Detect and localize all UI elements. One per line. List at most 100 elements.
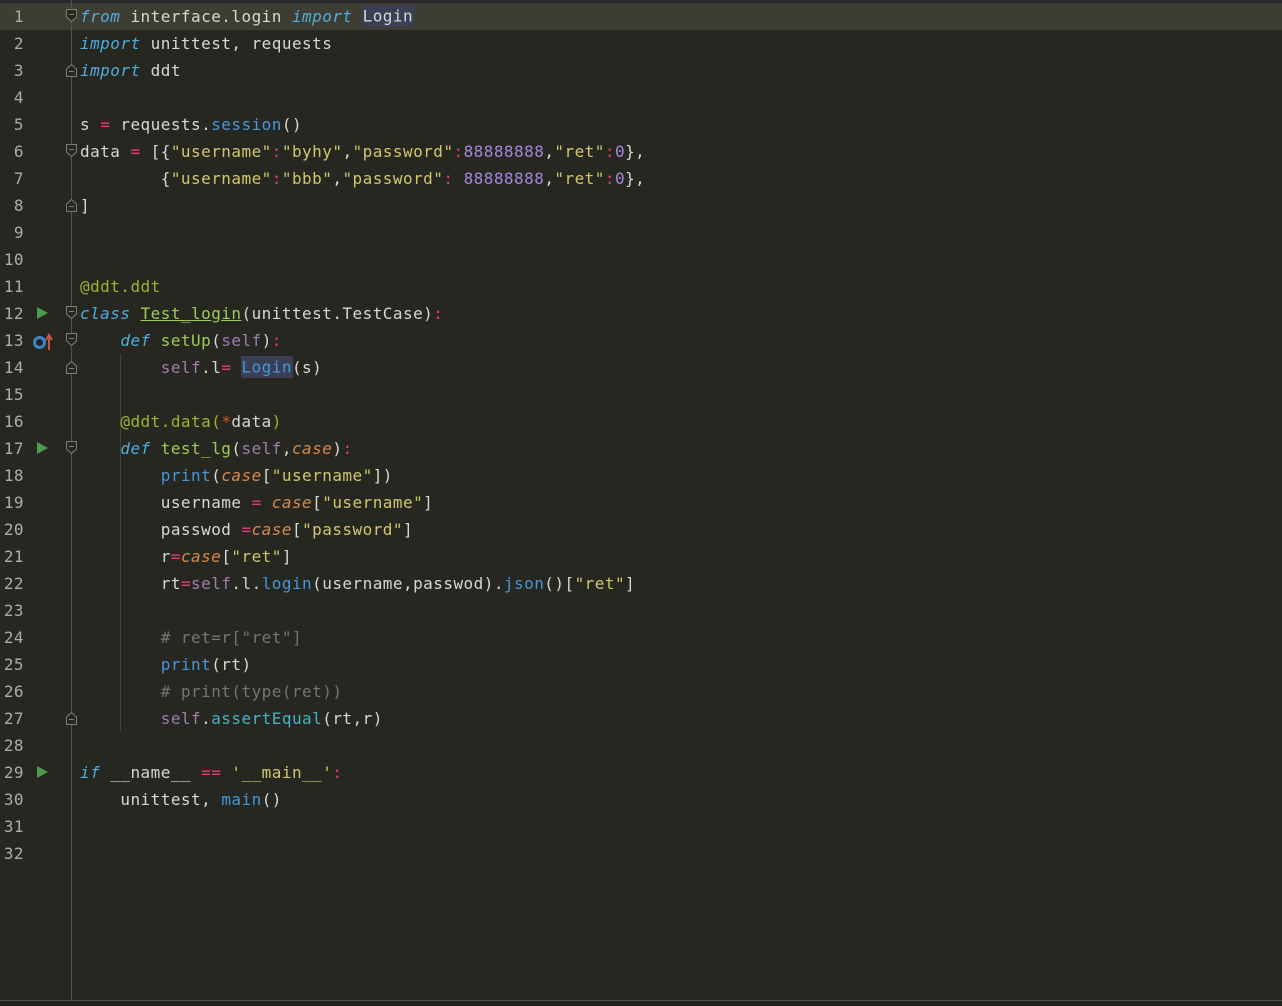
code-lines-layer[interactable]: 1 from interface.login import Login 2 impor…	[0, 0, 1282, 1006]
code-line: 20 passwod =case["password"]	[0, 516, 1282, 543]
code-token: :	[604, 141, 615, 161]
code-text[interactable]: @ddt.ddt	[80, 273, 161, 300]
code-text[interactable]: class Test_login(unittest.TestCase):	[80, 300, 443, 327]
line-number[interactable]: 22	[0, 570, 24, 597]
code-text[interactable]: s = requests.session()	[80, 111, 302, 138]
fold-collapse-icon[interactable]	[64, 332, 79, 348]
code-line: 4	[0, 84, 1282, 111]
code-text[interactable]: r=case["ret"]	[80, 543, 292, 570]
line-number[interactable]: 18	[0, 462, 24, 489]
run-test-icon[interactable]	[37, 307, 48, 319]
code-token: import	[80, 60, 141, 80]
code-token: {	[80, 168, 171, 188]
code-line: 25 print(rt)	[0, 651, 1282, 678]
code-token: case	[180, 546, 222, 566]
code-text[interactable]: import unittest, requests	[80, 30, 332, 57]
code-text[interactable]: def setUp(self):	[80, 327, 282, 354]
line-number[interactable]: 11	[0, 273, 24, 300]
fold-end-icon[interactable]	[64, 62, 79, 78]
code-token: :	[332, 762, 343, 782]
fold-collapse-icon[interactable]	[64, 143, 79, 159]
fold-collapse-icon[interactable]	[64, 305, 79, 321]
code-text[interactable]: @ddt.data(*data)	[80, 408, 282, 435]
fold-end-icon[interactable]	[64, 359, 79, 375]
fold-collapse-icon[interactable]	[64, 8, 79, 24]
line-number[interactable]: 2	[0, 30, 24, 57]
code-text[interactable]: if __name__ == '__main__':	[80, 759, 342, 786]
code-token: ()	[261, 789, 282, 809]
code-text[interactable]: # ret=r["ret"]	[80, 624, 302, 651]
code-token: [	[261, 465, 272, 485]
line-number[interactable]: 7	[0, 165, 24, 192]
code-text[interactable]: username = case["username"]	[80, 489, 433, 516]
code-token: [	[291, 519, 303, 539]
line-number[interactable]: 4	[0, 84, 24, 111]
line-number[interactable]: 12	[0, 300, 24, 327]
line-number[interactable]: 24	[0, 624, 24, 651]
line-number[interactable]: 19	[0, 489, 24, 516]
code-text[interactable]: self.assertEqual(rt,r)	[80, 705, 383, 732]
override-method-icon[interactable]	[33, 332, 55, 353]
code-token: "ret"	[554, 168, 605, 188]
line-number[interactable]: 14	[0, 354, 24, 381]
line-number[interactable]: 6	[0, 138, 24, 165]
code-token: 0	[614, 141, 626, 161]
code-text[interactable]: def test_lg(self,case):	[80, 435, 353, 462]
code-text[interactable]: print(case["username"])	[80, 462, 393, 489]
line-number[interactable]: 28	[0, 732, 24, 759]
line-number[interactable]: 29	[0, 759, 24, 786]
code-token: # ret=r["ret"]	[160, 627, 303, 647]
code-text[interactable]: unittest, main()	[80, 786, 282, 813]
line-number[interactable]: 23	[0, 597, 24, 624]
code-token: unittest,	[80, 789, 222, 809]
code-token: class	[80, 303, 131, 323]
line-number[interactable]: 5	[0, 111, 24, 138]
code-token: def	[120, 330, 151, 350]
line-number[interactable]: 9	[0, 219, 24, 246]
run-test-icon[interactable]	[37, 766, 48, 778]
line-number[interactable]: 32	[0, 840, 24, 867]
code-text[interactable]: data = [{"username":"byhy","password":88…	[80, 138, 645, 165]
fold-collapse-icon[interactable]	[64, 440, 79, 456]
line-number[interactable]: 3	[0, 57, 24, 84]
line-number[interactable]: 8	[0, 192, 24, 219]
code-token: ()	[281, 114, 303, 134]
line-number[interactable]: 13	[0, 327, 24, 354]
line-number[interactable]: 10	[0, 246, 24, 273]
code-text[interactable]: # print(type(ret))	[80, 678, 342, 705]
line-number[interactable]: 15	[0, 381, 24, 408]
code-token: unittest, requests	[140, 33, 333, 53]
line-number[interactable]: 31	[0, 813, 24, 840]
code-text[interactable]: self.l= Login(s)	[80, 354, 322, 381]
code-token: ,	[281, 438, 292, 458]
line-number[interactable]: 1	[0, 3, 24, 30]
line-number[interactable]: 25	[0, 651, 24, 678]
code-token: :	[342, 438, 353, 458]
fold-end-icon[interactable]	[64, 197, 79, 213]
line-number[interactable]: 17	[0, 435, 24, 462]
code-line: 24 # ret=r["ret"]	[0, 624, 1282, 651]
code-text[interactable]: passwod =case["password"]	[80, 516, 413, 543]
run-test-icon[interactable]	[37, 442, 48, 454]
code-token: ]	[281, 546, 292, 566]
line-number[interactable]: 27	[0, 705, 24, 732]
code-text[interactable]: ]	[80, 192, 90, 219]
bottom-edge	[0, 1001, 1282, 1006]
code-text[interactable]: {"username":"bbb","password": 88888888,"…	[80, 165, 645, 192]
line-number[interactable]: 21	[0, 543, 24, 570]
code-line: 8]	[0, 192, 1282, 219]
line-number[interactable]: 16	[0, 408, 24, 435]
code-line: 9	[0, 219, 1282, 246]
code-text[interactable]: print(rt)	[80, 651, 252, 678]
fold-end-icon[interactable]	[64, 710, 79, 726]
code-text[interactable]: import ddt	[80, 57, 181, 84]
line-number[interactable]: 20	[0, 516, 24, 543]
line-number[interactable]: 26	[0, 678, 24, 705]
code-text[interactable]: rt=self.l.login(username,passwod).json()…	[80, 570, 635, 597]
code-text[interactable]: from interface.login import Login	[80, 3, 415, 30]
line-number[interactable]: 30	[0, 786, 24, 813]
code-token: ()[	[544, 573, 575, 593]
code-line: 18 print(case["username"])	[0, 462, 1282, 489]
code-token: (unittest.TestCase)	[241, 303, 434, 323]
